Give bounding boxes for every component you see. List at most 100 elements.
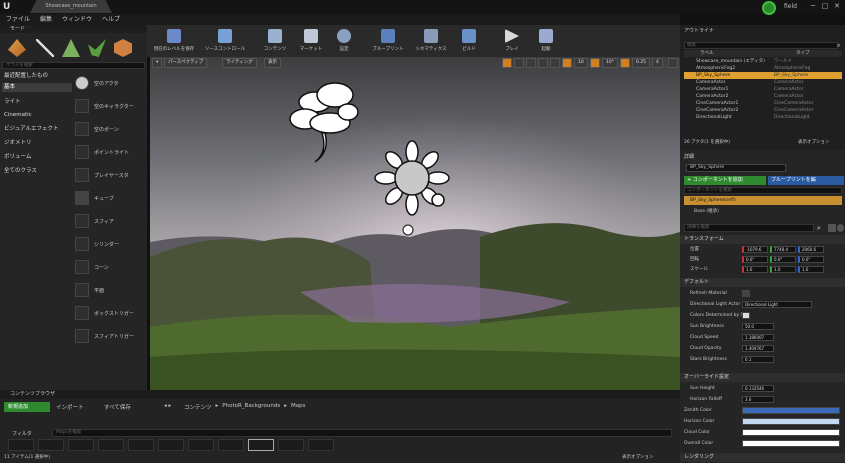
settings-button[interactable]: 設定 xyxy=(331,25,357,57)
rotate-icon[interactable] xyxy=(514,58,524,68)
asset-empty-pawn[interactable]: 空のポーン xyxy=(75,119,145,139)
outliner-view-options-button[interactable]: 表示オプション xyxy=(798,139,830,145)
asset-cone[interactable]: コーン xyxy=(75,257,145,277)
outliner-row[interactable]: CameraActor CameraActor xyxy=(684,79,842,86)
add-component-button[interactable]: + コンポーネントを追加 xyxy=(684,176,766,185)
location-x[interactable]: -1079.6 xyxy=(742,246,768,253)
asset-tile-selected[interactable] xyxy=(248,439,274,451)
rotation-y[interactable]: 0.0° xyxy=(770,256,796,263)
camera-speed-button[interactable]: 4 xyxy=(652,58,663,68)
show-flags-button[interactable]: 表示 xyxy=(264,58,281,68)
launch-button[interactable]: 起動 xyxy=(532,25,560,57)
asset-tile[interactable] xyxy=(188,439,214,451)
maximize-viewport-icon[interactable] xyxy=(668,58,678,68)
cinematics-button[interactable]: シネマティクス xyxy=(411,25,451,57)
perspective-button[interactable]: パースペクティブ xyxy=(164,58,208,68)
colors-by-sun-checkbox[interactable] xyxy=(742,312,750,319)
blueprints-button[interactable]: ブループリント xyxy=(365,25,411,57)
location-y[interactable]: 7748.4 xyxy=(770,246,796,253)
modes-tab[interactable]: モード xyxy=(0,25,147,33)
asset-sphere[interactable]: スフィア xyxy=(75,211,145,231)
location-z[interactable]: 2060.6 xyxy=(798,246,824,253)
stars-brightness-field[interactable]: 0.1 xyxy=(742,356,774,363)
category-recent[interactable]: 最近配置したもの xyxy=(2,72,72,81)
build-button[interactable]: ビルド xyxy=(455,25,483,57)
scale-y[interactable]: 1.0 xyxy=(770,266,796,273)
add-new-button[interactable]: 新規追加 xyxy=(4,402,50,412)
minimize-icon[interactable]: ─ xyxy=(808,2,818,11)
play-button[interactable]: プレイ xyxy=(497,25,527,57)
marketplace-button[interactable]: マーケット xyxy=(293,25,329,57)
outliner-row[interactable]: CineCameraActor2 CineCameraActor xyxy=(684,107,842,114)
content-button[interactable]: コンテンツ xyxy=(259,25,291,57)
asset-empty-character[interactable]: 空のキャラクター xyxy=(75,96,145,116)
horizon-falloff-field[interactable]: 3.0 xyxy=(742,396,774,403)
scale-icon[interactable] xyxy=(526,58,536,68)
user-avatar-icon[interactable] xyxy=(762,1,776,15)
category-volumes[interactable]: ボリューム xyxy=(2,153,72,162)
menu-file[interactable]: ファイル xyxy=(6,14,30,25)
outliner-row[interactable]: CineCameraActor1 CineCameraActor xyxy=(684,100,842,107)
asset-tile[interactable] xyxy=(38,439,64,451)
category-lights[interactable]: ライト xyxy=(2,98,72,107)
category-cinematic[interactable]: Cinematic xyxy=(2,111,72,120)
category-all-classes[interactable]: 全てのクラス xyxy=(2,167,72,176)
asset-tile[interactable] xyxy=(98,439,124,451)
rotation-z[interactable]: 0.0° xyxy=(798,256,824,263)
asset-tile[interactable] xyxy=(278,439,304,451)
zenith-color-swatch[interactable] xyxy=(742,407,840,414)
outliner-row[interactable]: CameraActor2 CameraActor xyxy=(684,93,842,100)
scale-snap-icon[interactable] xyxy=(620,58,630,68)
edit-blueprint-button[interactable]: ブループリントを編 xyxy=(768,176,844,185)
scale-x[interactable]: 1.0 xyxy=(742,266,768,273)
cloud-color-swatch[interactable] xyxy=(742,429,840,436)
asset-cylinder[interactable]: シリンダー xyxy=(75,234,145,254)
translate-icon[interactable] xyxy=(502,58,512,68)
surface-snap-icon[interactable] xyxy=(550,58,560,68)
outliner-row[interactable]: DirectionalLight DirectionalLight xyxy=(684,114,842,121)
transform-section-header[interactable]: トランスフォーム xyxy=(680,235,845,244)
details-tab[interactable]: 詳細 xyxy=(684,153,694,160)
import-button[interactable]: インポート xyxy=(56,403,84,411)
outliner-tab[interactable]: アウトライナ xyxy=(684,27,714,34)
asset-sphere-trigger[interactable]: スフィアトリガー xyxy=(75,326,145,346)
asset-point-light[interactable]: ポイントライト xyxy=(75,142,145,162)
type-column[interactable]: タイプ xyxy=(796,50,810,57)
menu-help[interactable]: ヘルプ xyxy=(102,14,120,25)
refresh-material-checkbox[interactable] xyxy=(742,290,750,297)
asset-plane[interactable]: 平面 xyxy=(75,280,145,300)
save-level-button[interactable]: 現在のレベルを保存 xyxy=(149,25,199,57)
breadcrumb-maps[interactable]: Maps xyxy=(291,403,305,411)
category-basic[interactable]: 基本 xyxy=(2,83,72,92)
rotation-x[interactable]: 0.0° xyxy=(742,256,768,263)
outliner-row[interactable]: AtmosphericFog2 AtmosphericFog xyxy=(684,65,842,72)
cloud-speed-field[interactable]: 1.186007 xyxy=(742,334,774,341)
eye-icon[interactable] xyxy=(837,224,844,232)
asset-tile[interactable] xyxy=(8,439,34,451)
rendering-section-header[interactable]: レンダリング xyxy=(680,453,845,462)
asset-tile[interactable] xyxy=(308,439,334,451)
component-search-input[interactable]: コンポーネントを検索 xyxy=(684,187,842,194)
menu-window[interactable]: ウィンドウ xyxy=(62,14,92,25)
foliage-mode-icon[interactable] xyxy=(88,39,106,57)
hand-gizmo-icon[interactable] xyxy=(402,224,414,236)
default-section-header[interactable]: デフォルト xyxy=(680,278,845,287)
sun-brightness-field[interactable]: 50.0 xyxy=(742,323,774,330)
directional-light-dropdown[interactable]: Directional Light xyxy=(742,301,812,308)
breadcrumb-content[interactable]: コンテンツ xyxy=(184,403,212,411)
nav-back-forward-icon[interactable]: ◂ ▸ xyxy=(164,403,171,409)
asset-empty-actor[interactable]: 空のアクタ xyxy=(75,73,145,93)
asset-cube[interactable]: キューブ xyxy=(75,188,145,208)
breadcrumb-folder[interactable]: PhotoR_Backgrounds xyxy=(222,403,280,411)
rotation-label[interactable]: 回転 xyxy=(690,255,699,264)
scale-snap-value[interactable]: 0.25 xyxy=(632,58,651,68)
label-column[interactable]: ラベル xyxy=(700,50,714,57)
rotation-snap-icon[interactable] xyxy=(590,58,600,68)
sun-height-field[interactable]: 0.133546 xyxy=(742,385,774,392)
source-control-button[interactable]: ソースコントロール xyxy=(201,25,249,57)
override-section-header[interactable]: オーバーライド設定 xyxy=(680,373,845,382)
landscape-mode-icon[interactable] xyxy=(62,39,80,57)
outliner-search-input[interactable]: 検索 xyxy=(684,42,838,49)
asset-tile[interactable] xyxy=(128,439,154,451)
grid-snap-icon[interactable] xyxy=(562,58,572,68)
